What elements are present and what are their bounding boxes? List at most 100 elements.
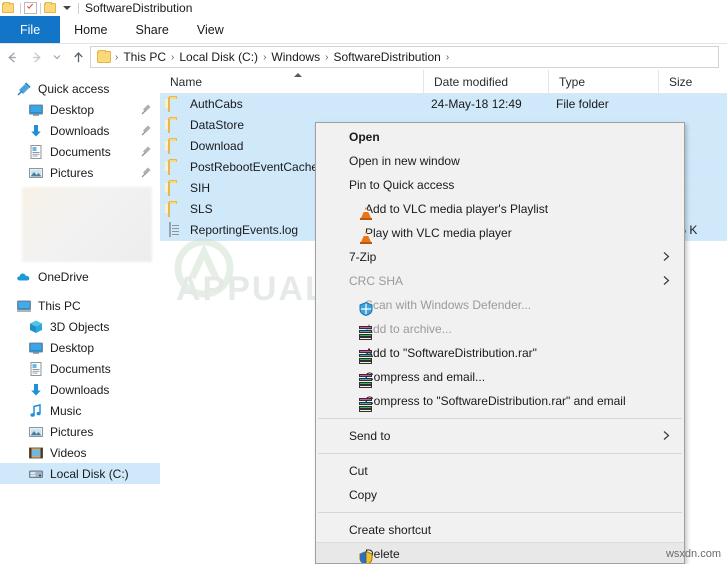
breadcrumb-local-disk[interactable]: Local Disk (C:): [175, 50, 262, 64]
file-name-label: SLS: [190, 202, 213, 216]
breadcrumb-windows[interactable]: Windows: [267, 50, 324, 64]
toolbar-divider-3: [78, 2, 79, 14]
menu-item-7-zip[interactable]: 7-Zip: [316, 245, 684, 269]
menu-separator: [318, 453, 682, 454]
breadcrumb-softwaredistribution[interactable]: SoftwareDistribution: [329, 50, 444, 64]
breadcrumb-sep-4[interactable]: ›: [445, 52, 450, 63]
table-row[interactable]: AuthCabs 24-May-18 12:49 File folder: [160, 94, 727, 115]
sidebar-item-local-disk-c[interactable]: Local Disk (C:): [0, 463, 160, 484]
sidebar-item-this-pc[interactable]: This PC: [0, 295, 160, 316]
sidebar-item-downloads-qa[interactable]: Downloads: [0, 120, 160, 141]
sidebar-item-downloads[interactable]: Downloads: [0, 379, 160, 400]
column-label-name: Name: [170, 74, 203, 89]
folder-icon: [168, 201, 184, 217]
sidebar-label-downloads: Downloads: [50, 382, 110, 397]
pin-icon-downloads[interactable]: [141, 124, 152, 136]
menu-label-compress-to-rar-and-email: Compress to "SoftwareDistribution.rar" a…: [365, 394, 626, 408]
sidebar-item-desktop-qa[interactable]: Desktop: [0, 99, 160, 120]
sidebar-item-documents-qa[interactable]: Documents: [0, 141, 160, 162]
music-icon: [28, 403, 44, 419]
sidebar-item-pictures-qa[interactable]: Pictures: [0, 162, 160, 183]
column-header-type[interactable]: Type: [548, 70, 658, 94]
menu-item-delete[interactable]: Delete: [316, 542, 684, 563]
new-folder-icon[interactable]: [44, 1, 57, 15]
sidebar-item-music[interactable]: Music: [0, 400, 160, 421]
menu-item-add-to-rar[interactable]: Add to "SoftwareDistribution.rar": [316, 341, 684, 365]
sidebar-item-onedrive[interactable]: OneDrive: [0, 266, 160, 287]
pin-icon-desktop[interactable]: [141, 103, 152, 115]
sidebar-label-quick-access: Quick access: [38, 81, 110, 96]
breadcrumb-folder-icon: [97, 49, 111, 63]
recent-locations-button[interactable]: [48, 45, 66, 69]
breadcrumb[interactable]: › This PC › Local Disk (C:) › Windows › …: [90, 46, 719, 68]
menu-label-compress-and-email: Compress and email...: [365, 370, 486, 384]
column-header-date-modified[interactable]: Date modified: [423, 70, 548, 94]
back-arrow-icon: [7, 51, 16, 63]
menu-item-compress-to-rar-and-email[interactable]: Compress to "SoftwareDistribution.rar" a…: [316, 389, 684, 413]
menu-item-crc-sha[interactable]: CRC SHA: [316, 269, 684, 293]
sidebar-item-pictures[interactable]: Pictures: [0, 421, 160, 442]
menu-item-add-to-vlc-playlist[interactable]: Add to VLC media player's Playlist: [316, 197, 684, 221]
pin-icon-pictures[interactable]: [141, 166, 152, 178]
menu-item-add-to-archive[interactable]: Add to archive...: [316, 317, 684, 341]
customize-caret-icon[interactable]: [63, 6, 71, 10]
sidebar-item-quick-access[interactable]: Quick access: [0, 78, 160, 99]
menu-label-cut: Cut: [349, 464, 368, 478]
column-header-name[interactable]: Name: [160, 70, 423, 94]
menu-item-pin-to-quick-access[interactable]: Pin to Quick access: [316, 173, 684, 197]
documents-icon: [28, 144, 44, 160]
file-explorer-window: SoftwareDistribution File Home Share Vie…: [0, 0, 727, 564]
nav-spacer-mid: [0, 287, 160, 295]
menu-item-compress-and-email[interactable]: Compress and email...: [316, 365, 684, 389]
sidebar-item-videos[interactable]: Videos: [0, 442, 160, 463]
menu-label-scan-with-windows-defender: Scan with Windows Defender...: [365, 298, 532, 312]
column-header-size[interactable]: Size: [658, 70, 727, 94]
winrar-icon: [358, 349, 374, 365]
menu-item-open-in-new-window[interactable]: Open in new window: [316, 149, 684, 173]
winrar-icon: [358, 325, 374, 341]
redacted-region: [22, 187, 152, 262]
chevron-right-icon: [661, 251, 672, 262]
forward-arrow-icon: [32, 51, 41, 63]
quick-access-folder-icon[interactable]: [2, 1, 15, 15]
menu-label-play-with-vlc: Play with VLC media player: [365, 226, 512, 240]
menu-item-create-shortcut[interactable]: Create shortcut: [316, 518, 684, 542]
folder-icon: [168, 117, 184, 133]
menu-item-open[interactable]: Open: [316, 125, 684, 149]
menu-label-add-to-rar: Add to "SoftwareDistribution.rar": [365, 346, 537, 360]
window-title: SoftwareDistribution: [85, 1, 193, 15]
watermark-wsxdn: wsxdn.com: [665, 548, 721, 560]
tab-home[interactable]: Home: [60, 16, 121, 44]
back-button[interactable]: [0, 45, 24, 69]
menu-label-crc-sha: CRC SHA: [349, 274, 404, 288]
sidebar-item-desktop[interactable]: Desktop: [0, 337, 160, 358]
forward-button[interactable]: [24, 45, 48, 69]
column-label-type: Type: [559, 74, 586, 89]
tab-share[interactable]: Share: [122, 16, 183, 44]
properties-check-icon[interactable]: [24, 2, 37, 14]
sidebar-label-desktop: Desktop: [50, 340, 95, 355]
downloads-icon: [28, 123, 44, 139]
menu-item-cut[interactable]: Cut: [316, 459, 684, 483]
sort-ascending-icon: [294, 72, 302, 77]
hard-drive-icon: [28, 466, 44, 482]
column-label-size: Size: [669, 74, 693, 89]
sidebar-item-3d-objects[interactable]: 3D Objects: [0, 316, 160, 337]
breadcrumb-this-pc[interactable]: This PC: [119, 50, 170, 64]
menu-item-send-to[interactable]: Send to: [316, 424, 684, 448]
menu-item-copy[interactable]: Copy: [316, 483, 684, 507]
winrar-icon: [358, 373, 374, 389]
tab-view[interactable]: View: [183, 16, 238, 44]
sidebar-item-documents[interactable]: Documents: [0, 358, 160, 379]
file-name-label: ReportingEvents.log: [190, 223, 299, 237]
navigation-pane[interactable]: Quick access Desktop Downloads Documents…: [0, 70, 160, 564]
pin-star-icon: [16, 81, 32, 97]
tab-file[interactable]: File: [0, 16, 61, 44]
recent-locations-caret-icon: [53, 55, 61, 60]
desktop-icon: [28, 102, 44, 118]
up-button[interactable]: [66, 45, 90, 69]
menu-item-play-with-vlc[interactable]: Play with VLC media player: [316, 221, 684, 245]
context-menu[interactable]: Open Open in new window Pin to Quick acc…: [315, 122, 685, 564]
menu-item-scan-with-windows-defender[interactable]: Scan with Windows Defender...: [316, 293, 684, 317]
pin-icon-documents[interactable]: [141, 145, 152, 157]
